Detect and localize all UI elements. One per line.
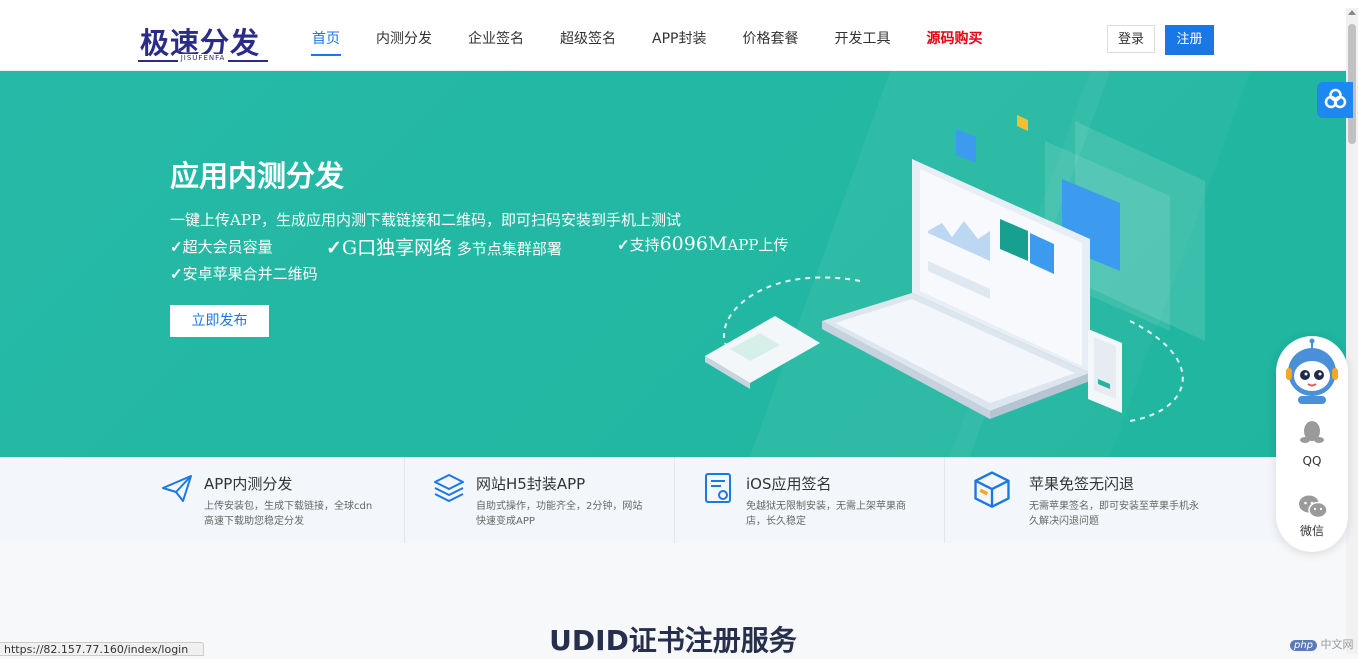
feature-title: 网站H5封装APP	[476, 475, 586, 493]
cloud-share-button[interactable]	[1317, 82, 1353, 118]
feature-title: APP内测分发	[204, 475, 293, 493]
login-button[interactable]: 登录	[1107, 25, 1155, 53]
nav-dev-tools[interactable]: 开发工具	[834, 8, 890, 70]
hero-feature-network: ✓G口独享网络 多节点集群部署	[326, 237, 562, 259]
php-watermark: php 中文网	[1290, 636, 1354, 652]
php-logo: php	[1290, 640, 1318, 651]
feature-description: 上传安装包，生成下载链接，全球cdn高速下载助您稳定分发	[204, 501, 373, 527]
feature-title: iOS应用签名	[746, 475, 832, 493]
feature-description: 自助式操作，功能齐全，2分钟，网站快速变成APP	[476, 501, 643, 527]
nav-app-packaging[interactable]: APP封装	[652, 8, 706, 70]
check-icon: ✓	[617, 236, 630, 254]
contact-float-panel: QQ 微信	[1276, 336, 1348, 552]
check-icon: ✓	[170, 265, 183, 283]
robot-avatar-icon[interactable]	[1282, 338, 1342, 404]
check-icon: ✓	[170, 238, 183, 256]
feature-description: 无需苹果签名，即可安装至苹果手机永久解决闪退问题	[1029, 501, 1199, 527]
site-logo[interactable]: 极速分发 JISUFENFA	[138, 20, 268, 66]
wechat-icon[interactable]	[1298, 494, 1328, 520]
feature-title: 苹果免签无闪退	[1029, 475, 1135, 493]
cloud-icon	[1324, 88, 1347, 109]
scroll-up-icon[interactable]	[1348, 10, 1356, 15]
qq-label[interactable]: QQ	[1276, 454, 1348, 468]
qq-icon[interactable]	[1300, 420, 1324, 446]
hero-banner: 应用内测分发 一键上传APP，生成应用内测下载链接和二维码，即可扫码安装到手机上…	[0, 71, 1346, 457]
hero-feature-qrcode: ✓安卓苹果合并二维码	[170, 265, 318, 283]
main-nav: 首页 内测分发 企业签名 超级签名 APP封装 价格套餐 开发工具 源码购买	[311, 8, 1018, 70]
feature-row: APP内测分发 上传安装包，生成下载链接，全球cdn高速下载助您稳定分发 网站H…	[0, 457, 1346, 543]
feature-description: 免越狱无限制安装，无需上架苹果商店，长久稳定	[746, 501, 906, 527]
layers-icon	[434, 474, 464, 502]
nav-home[interactable]: 首页	[311, 8, 341, 70]
logo-subtext: JISUFENFA	[177, 54, 229, 62]
nav-buy-source[interactable]: 源码购买	[926, 8, 982, 70]
publish-now-button[interactable]: 立即发布	[170, 305, 269, 337]
hero-description: 一键上传APP，生成应用内测下载链接和二维码，即可扫码安装到手机上测试	[170, 211, 682, 229]
php-watermark-text: 中文网	[1320, 638, 1354, 651]
check-icon: ✓	[326, 237, 342, 259]
wechat-label[interactable]: 微信	[1276, 522, 1348, 539]
box-icon	[974, 471, 1010, 508]
nav-beta-distribution[interactable]: 内测分发	[376, 8, 432, 70]
paper-plane-icon	[162, 475, 192, 502]
udid-section: UDID证书注册服务	[0, 543, 1346, 657]
laptop-illustration	[705, 115, 1205, 422]
register-button[interactable]: 注册	[1165, 25, 1214, 55]
certificate-icon	[705, 473, 731, 503]
site-header: 极速分发 JISUFENFA 首页 内测分发 企业签名 超级签名 APP封装 价…	[0, 8, 1346, 71]
nav-pricing[interactable]: 价格套餐	[742, 8, 798, 70]
hero-feature-capacity: ✓超大会员容量	[170, 238, 273, 256]
nav-enterprise-signing[interactable]: 企业签名	[468, 8, 524, 70]
hero-title: 应用内测分发	[170, 159, 345, 193]
nav-super-signing[interactable]: 超级签名	[560, 8, 616, 70]
